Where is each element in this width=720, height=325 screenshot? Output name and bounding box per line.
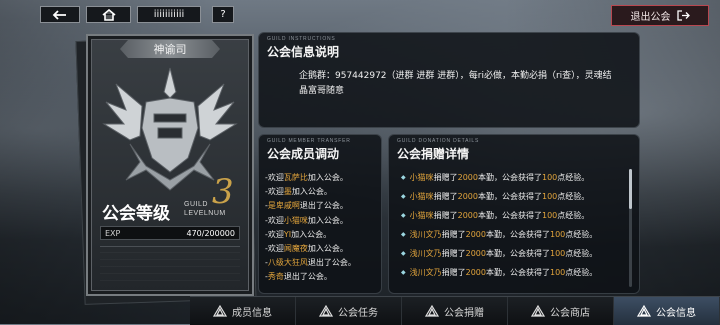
guild-card: 神谕司 公会等级 GUILD LEVELNUM 3 EXP 470/200000 [86,34,254,296]
diamond-bullet-icon: ◆ [401,269,406,276]
home-button[interactable] [86,6,131,23]
guild-level-number: 3 [212,172,234,212]
help-button[interactable]: ? [212,6,234,23]
member-panel-title: 公会成员调动 [267,147,340,161]
list-item: -欢迎墨加入公会。 [265,187,332,197]
arrow-left-icon [52,9,66,20]
exit-guild-label: 退出公会 [630,12,671,23]
exit-guild-button[interactable]: 退出公会 [611,5,709,26]
tab-guild-shop[interactable]: 公会商店 [508,297,614,325]
list-item: ◆ 小猫咪捐赠了2000本勤，公会获得了100点经验。 [401,206,623,225]
scrollbar-thumb[interactable] [629,169,632,209]
tab-label: 公会任务 [338,307,378,319]
exp-value: 470/200000 [186,228,235,238]
home-icon [101,8,116,21]
list-item: ◆ 浅川文乃捐赠了2000本勤，公会获得了100点经验。 [401,225,623,244]
guild-level-label: 公会等级 [102,204,170,224]
guild-crest-icon [319,305,333,317]
list-item: -欢迎瓦萨比加入公会。 [265,173,348,182]
member-transfer-panel: GUILD MEMBER TRANSFER 公会成员调动 -欢迎瓦萨比加入公会。… [258,134,382,294]
tab-label: 公会捐赠 [444,307,484,319]
list-item: ◆ 浅川文乃捐赠了2000本勤，公会获得了100点经验。 [401,244,623,263]
list-item: -是卑戚啊退出了公会。 [265,201,348,211]
tab-guild-donate[interactable]: 公会捐赠 [402,297,508,325]
guild-notice-text: 企鹅群：957442972（进群 进群 进群），每ri必做，本勤必捐（ri查），… [299,71,612,96]
tab-label: 成员信息 [232,307,272,319]
diamond-bullet-icon: ◆ [401,193,406,200]
guild-crest-icon [531,305,545,317]
tab-label: 公会信息 [656,307,696,319]
diamond-bullet-icon: ◆ [401,212,406,219]
list-item: -欢迎YI加入公会。 [265,229,332,239]
donation-list[interactable]: ◆ 小猫咪捐赠了2000本勤，公会获得了100点经验。 ◆ 小猫咪捐赠了2000本勤… [401,168,623,282]
list-item: -秀奇退出了公会。 [265,272,332,282]
guild-crest-icon [213,305,227,317]
logout-icon [676,10,690,21]
donate-panel-tag: GUILD DONATION DETAILS [397,138,480,144]
back-button[interactable] [40,6,80,23]
diamond-bullet-icon: ◆ [401,174,406,181]
top-bar: iiiiiiiiiii ? 退出公会 [0,0,720,30]
list-item: -欢迎小猫咪加入公会。 [265,215,348,225]
list-item: ◆ 浅川文乃捐赠了2000本勤，公会获得了100点经验。 [401,263,623,282]
list-item: ◆ 小猫咪捐赠了2000本勤，公会获得了100点经验。 [401,168,623,187]
list-item: -欢迎闻魔夜加入公会。 [265,244,348,254]
info-panel-title: 公会信息说明 [267,45,340,59]
donate-panel-title: 公会捐赠详情 [397,147,470,161]
donation-details-panel: GUILD DONATION DETAILS 公会捐赠详情 ◆ 小猫咪捐赠了200… [388,134,640,294]
tab-label: 公会商店 [550,307,590,319]
member-panel-tag: GUILD MEMBER TRANSFER [267,138,351,144]
bottom-tab-bar: 成员信息 公会任务 公会捐赠 公会商店 公会信息 [190,296,720,325]
donation-scrollbar[interactable] [629,169,632,287]
info-panel-tag: GUILD INSTRUCTIONS [267,36,336,42]
diamond-bullet-icon: ◆ [401,250,406,257]
guild-crest-icon [637,305,651,317]
tab-member-info[interactable]: 成员信息 [190,297,296,325]
guild-crest-icon [425,305,439,317]
guild-name-banner: 神谕司 [120,40,220,58]
list-item: ◆ 小猫咪捐赠了2000本勤，公会获得了100点经验。 [401,187,623,206]
exp-label: EXP [105,228,121,238]
card-decoration [100,246,240,287]
guild-info-panel: GUILD INSTRUCTIONS 公会信息说明 企鹅群：957442972（… [258,32,640,128]
tab-guild-tasks[interactable]: 公会任务 [296,297,402,325]
player-name-field[interactable]: iiiiiiiiiii [137,6,201,23]
diamond-bullet-icon: ◆ [401,231,406,238]
list-item: -八级大狂风退出了公会。 [265,258,356,268]
exp-bar: EXP 470/200000 [100,226,240,240]
member-transfer-list[interactable]: -欢迎瓦萨比加入公会。 -欢迎墨加入公会。 -是卑戚啊退出了公会。 -欢迎小猫咪… [265,171,377,285]
tab-guild-info[interactable]: 公会信息 [614,297,720,325]
